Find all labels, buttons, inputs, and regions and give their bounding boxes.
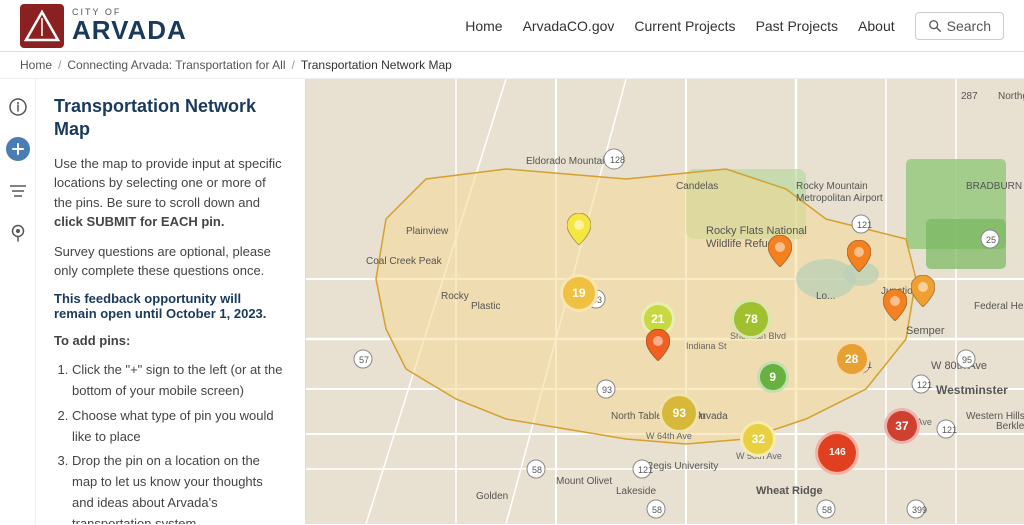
svg-text:57: 57 [359, 355, 369, 365]
nav-about[interactable]: About [858, 18, 895, 34]
svg-text:121: 121 [857, 220, 872, 230]
breadcrumb-home[interactable]: Home [20, 58, 52, 72]
breadcrumb-sep-1: / [58, 58, 61, 72]
svg-text:Golden: Golden [476, 491, 508, 502]
map-pin-p2[interactable] [768, 235, 792, 270]
page-title: Transportation Network Map [54, 95, 287, 142]
svg-text:Plastic: Plastic [471, 301, 500, 312]
nav-past-projects[interactable]: Past Projects [756, 18, 838, 34]
info-icon-button[interactable] [6, 95, 30, 119]
svg-text:Indiana St: Indiana St [686, 341, 727, 351]
svg-text:Metropolitan Airport: Metropolitan Airport [796, 193, 883, 204]
svg-text:Eldorado Mountain: Eldorado Mountain [526, 156, 610, 167]
info-icon [9, 98, 27, 116]
map-pin-p1[interactable] [567, 213, 591, 248]
svg-text:W 64th Ave: W 64th Ave [646, 431, 692, 441]
main-nav: Home ArvadaCO.gov Current Projects Past … [465, 12, 1004, 40]
svg-text:Berkley: Berkley [996, 421, 1024, 432]
map-pin-p3[interactable] [847, 240, 871, 275]
plus-icon [10, 141, 26, 157]
map-cluster-c7[interactable]: 32 [740, 421, 776, 457]
header: CITY OF ARVADA Home ArvadaCO.gov Current… [0, 0, 1024, 52]
map-cluster-c4[interactable]: 9 [757, 361, 789, 393]
nav-arvadacogov[interactable]: ArvadaCO.gov [523, 18, 615, 34]
steps-title: To add pins: [54, 331, 287, 351]
step-1: Click the "+" sign to the left (or at th… [72, 360, 287, 402]
search-icon [928, 19, 942, 33]
svg-text:Candelas: Candelas [676, 181, 718, 192]
map-cluster-c6[interactable]: 93 [659, 393, 699, 433]
breadcrumb: Home / Connecting Arvada: Transportation… [0, 52, 1024, 79]
add-pin-button[interactable] [6, 137, 30, 161]
svg-text:128: 128 [610, 155, 625, 165]
steps-list: Click the "+" sign to the left (or at th… [54, 360, 287, 524]
map-pin-p5[interactable] [911, 275, 935, 310]
breadcrumb-connecting[interactable]: Connecting Arvada: Transportation for Al… [67, 58, 285, 72]
city-name: ARVADA [72, 17, 187, 43]
svg-text:Wheat Ridge: Wheat Ridge [756, 485, 823, 497]
svg-text:287: 287 [961, 91, 978, 102]
svg-text:121: 121 [942, 425, 957, 435]
svg-text:121: 121 [917, 380, 932, 390]
map-cluster-c5[interactable]: 28 [834, 341, 870, 377]
svg-text:Semper: Semper [906, 325, 945, 337]
logo-text: CITY OF ARVADA [72, 8, 187, 43]
svg-text:58: 58 [652, 505, 662, 515]
svg-text:58: 58 [532, 465, 542, 475]
svg-text:Federal Heights: Federal Heights [974, 301, 1024, 312]
svg-text:Plainview: Plainview [406, 226, 449, 237]
nav-home[interactable]: Home [465, 18, 502, 34]
survey-note: Survey questions are optional, please on… [54, 242, 287, 281]
svg-text:93: 93 [602, 385, 612, 395]
svg-text:Coal Creek Peak: Coal Creek Peak [366, 256, 443, 267]
filter-icon [9, 184, 27, 198]
svg-text:399: 399 [912, 505, 927, 515]
side-icons-panel [0, 79, 36, 524]
map-cluster-c3[interactable]: 78 [731, 299, 771, 339]
step-2: Choose what type of pin you would like t… [72, 406, 287, 448]
svg-text:Lakeside: Lakeside [616, 486, 656, 497]
svg-text:95: 95 [962, 355, 972, 365]
svg-text:Northgle...: Northgle... [998, 91, 1024, 102]
search-label: Search [947, 18, 991, 34]
map-cluster-c1[interactable]: 19 [560, 274, 598, 312]
map-cluster-c8[interactable]: 146 [815, 431, 859, 475]
svg-text:Westminster: Westminster [936, 383, 1008, 397]
location-icon-button[interactable] [6, 221, 30, 245]
svg-text:Rocky: Rocky [441, 291, 469, 302]
svg-text:Mount Olivet: Mount Olivet [556, 476, 612, 487]
main-layout: Transportation Network Map Use the map t… [0, 79, 1024, 524]
deadline-text: This feedback opportunity will remain op… [54, 291, 287, 321]
nav-current-projects[interactable]: Current Projects [634, 18, 735, 34]
map-cluster-c9[interactable]: 37 [884, 408, 920, 444]
svg-text:25: 25 [986, 235, 996, 245]
intro-text: Use the map to provide input at specific… [54, 154, 287, 232]
location-icon [10, 224, 26, 242]
filter-icon-button[interactable] [6, 179, 30, 203]
svg-text:121: 121 [638, 465, 653, 475]
map-area[interactable]: Eldorado Mountain Plainview Coal Creek P… [306, 79, 1024, 524]
logo-area: CITY OF ARVADA [20, 4, 187, 48]
map-pin-p4[interactable] [883, 289, 907, 324]
svg-text:BRADBURN: BRADBURN [966, 181, 1022, 192]
map-pin-p6[interactable] [646, 329, 670, 364]
svg-text:Regis University: Regis University [646, 461, 718, 472]
step-3: Drop the pin on a location on the map to… [72, 451, 287, 524]
breadcrumb-sep-2: / [292, 58, 295, 72]
svg-text:58: 58 [822, 505, 832, 515]
arvada-logo-icon [20, 4, 64, 48]
breadcrumb-current: Transportation Network Map [301, 58, 452, 72]
svg-text:Lo...: Lo... [816, 291, 835, 302]
content-panel: Transportation Network Map Use the map t… [36, 79, 306, 524]
svg-text:Rocky Mountain: Rocky Mountain [796, 181, 868, 192]
search-button[interactable]: Search [915, 12, 1004, 40]
